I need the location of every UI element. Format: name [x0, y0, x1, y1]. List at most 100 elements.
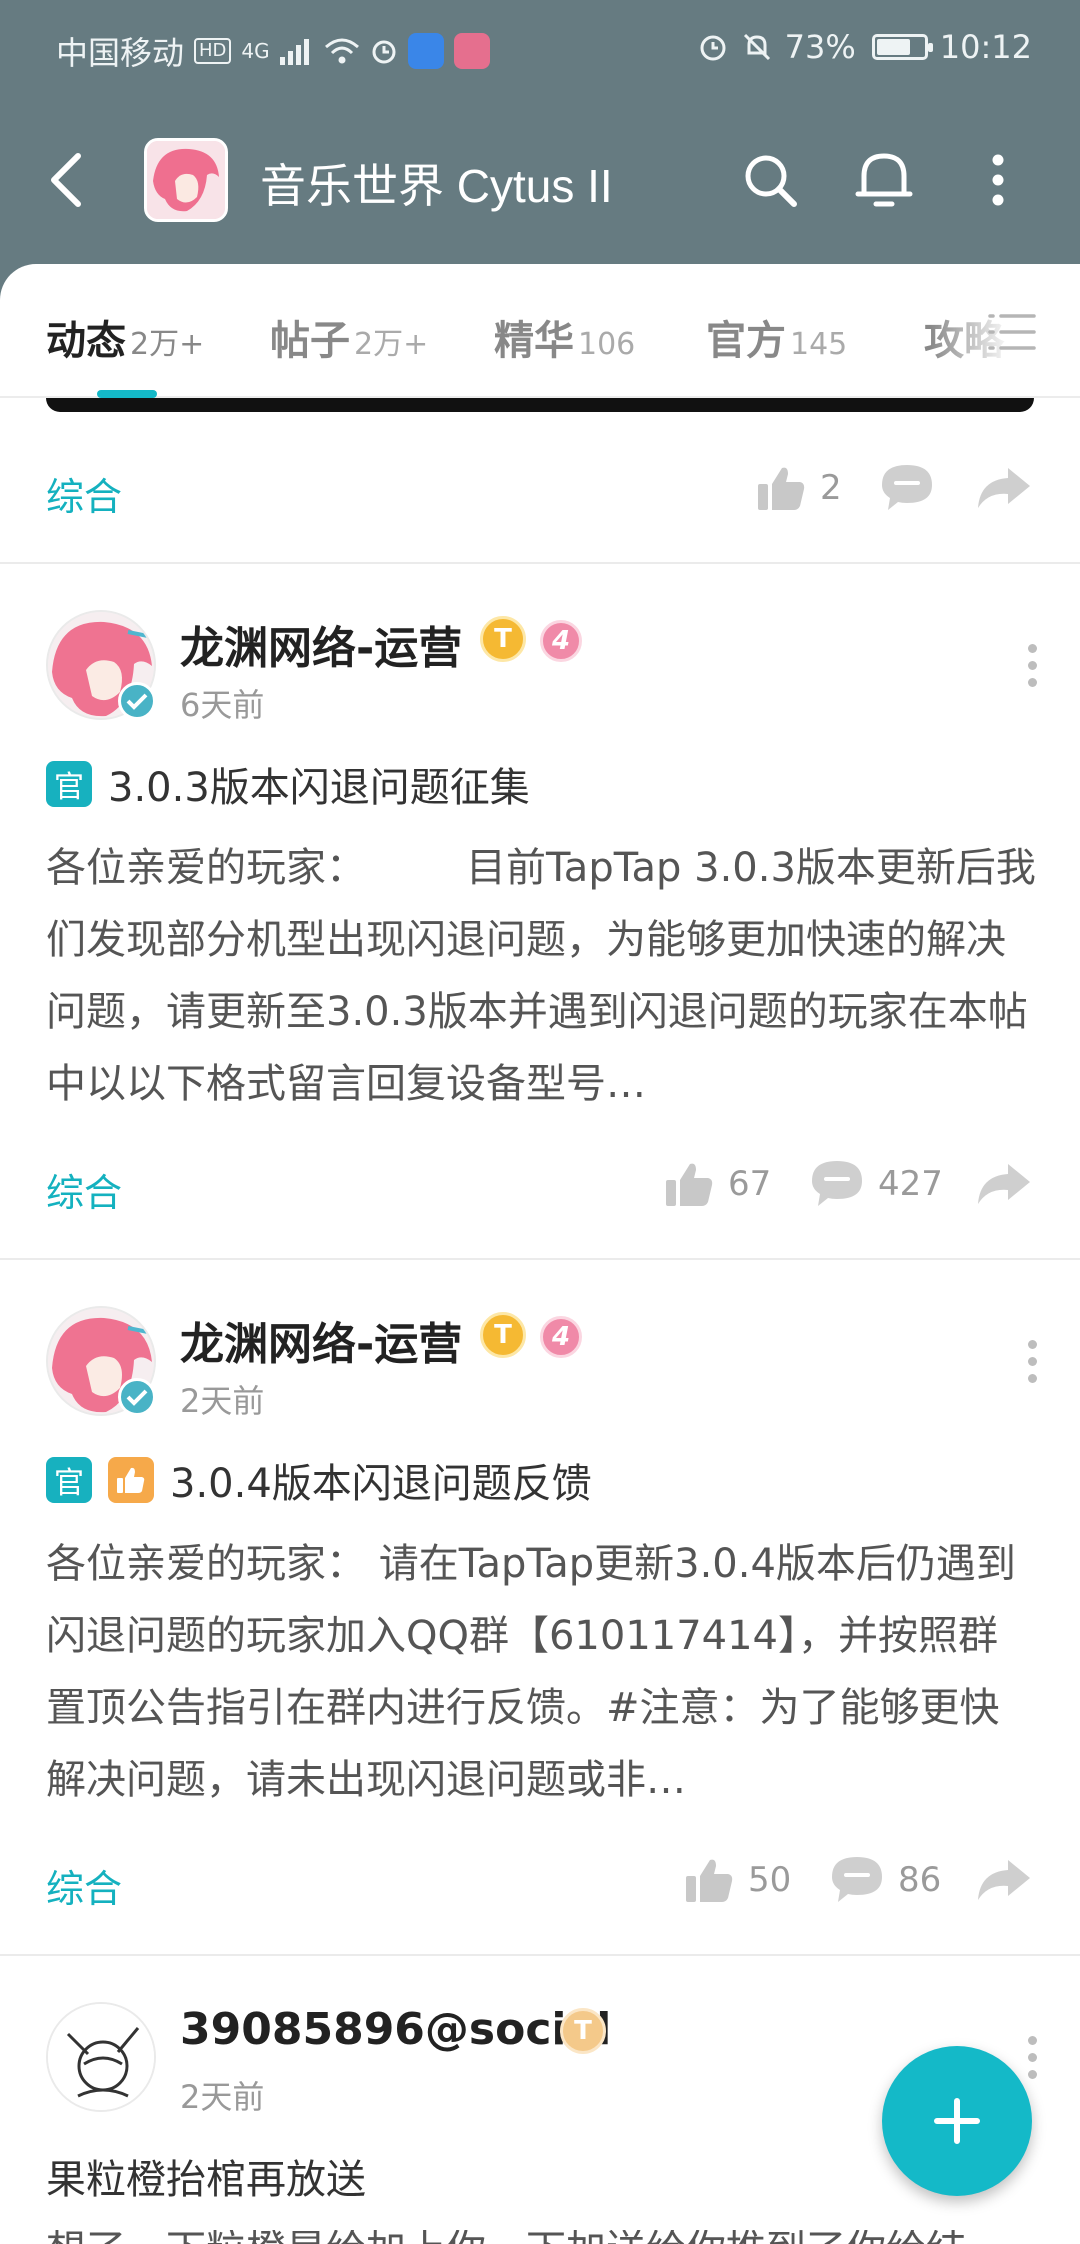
back-button[interactable] — [36, 140, 96, 220]
post-excerpt-text: 想了一下粒橙是给加上你一下加送给你推到了你给结 — [46, 2230, 1026, 2244]
more-menu-button[interactable] — [958, 140, 1038, 220]
tab-count: 145 — [790, 327, 848, 362]
mute-icon — [743, 33, 770, 61]
back-arrow-icon — [51, 153, 81, 207]
post-title[interactable]: 果粒橙抬棺再放送 — [46, 2146, 1036, 2206]
share-icon — [978, 468, 1030, 508]
carrier-label: 中国移动 — [56, 34, 185, 72]
notification-button[interactable] — [844, 140, 924, 220]
clock: 10:12 — [939, 28, 1032, 66]
hd-badge: HD — [194, 38, 232, 64]
tab-label: 帖子 — [270, 318, 350, 364]
app-notification-icon — [407, 33, 444, 69]
author-name[interactable]: 龙渊网络-运营 — [180, 1308, 462, 1372]
post-time: 2天前 — [180, 1382, 265, 1420]
app-header: 中国移动 HD 4G 73% 10:12 音乐世界 Cytus II — [0, 0, 1080, 300]
official-tag: 官 — [46, 1457, 92, 1503]
game-notification-icon — [453, 33, 490, 69]
post-title-text: 3.0.3版本闪退问题征集 — [108, 765, 530, 811]
game-title: 音乐世界 Cytus II — [260, 160, 613, 212]
like-count: 50 — [748, 1860, 792, 1900]
tab-list-button[interactable] — [988, 310, 1036, 354]
category-link[interactable]: 综合 — [46, 1162, 122, 1217]
user-level-badge: 4 — [540, 620, 582, 662]
tab-posts[interactable]: 帖子 2万+ — [270, 308, 428, 366]
search-button[interactable] — [730, 140, 810, 220]
share-button[interactable] — [976, 1158, 1032, 1210]
post-excerpt-partial[interactable]: 想了一下粒橙是给加上你一下加送给你推到了你给结 — [46, 2230, 1026, 2244]
comment-button[interactable] — [880, 462, 934, 514]
post-author: 龙渊网络-运营 T 4 2天前 — [0, 1306, 1080, 1426]
post-actions: 综合 50 86 — [0, 1840, 1080, 1920]
tab-dynamics[interactable]: 动态 2万+ — [46, 308, 204, 366]
comment-button[interactable]: 427 — [810, 1158, 943, 1210]
tab-official[interactable]: 官方 145 — [706, 308, 847, 366]
like-count: 2 — [820, 468, 842, 508]
thumbs-up-icon — [758, 467, 805, 510]
post-actions: 综合 67 427 — [0, 1144, 1080, 1224]
verified-badge-icon — [118, 682, 156, 720]
timer-icon — [372, 40, 396, 64]
taptap-level-badge-icon: T — [480, 1312, 526, 1358]
post-time: 2天前 — [180, 2078, 265, 2116]
category-link[interactable]: 综合 — [46, 1858, 122, 1913]
author-name[interactable]: 39085896@social — [180, 2004, 611, 2055]
avatar[interactable] — [46, 2002, 156, 2112]
feed-separator — [0, 1258, 1080, 1260]
post-actions: 综合 2 — [0, 448, 1080, 528]
game-character-icon — [147, 141, 225, 219]
post-title-text: 果粒橙抬棺再放送 — [46, 2157, 366, 2203]
comment-icon — [812, 1161, 862, 1206]
list-icon — [988, 314, 1036, 350]
post-author: 龙渊网络-运营 T 4 6天前 — [0, 610, 1080, 730]
post-time: 6天前 — [180, 686, 265, 724]
post-title[interactable]: 官 3.0.4版本闪退问题反馈 — [46, 1450, 1036, 1510]
active-tab-indicator — [97, 390, 157, 398]
bell-icon — [855, 153, 913, 207]
comment-icon — [832, 1857, 882, 1902]
post-media-preview[interactable] — [46, 398, 1034, 412]
taptap-level-badge-icon: T — [480, 616, 526, 662]
share-button[interactable] — [976, 1854, 1032, 1906]
battery-percent: 73% — [784, 28, 856, 66]
taptap-level-badge-icon: T — [560, 2008, 606, 2054]
create-post-button[interactable] — [882, 2046, 1032, 2196]
nav-bar: 音乐世界 Cytus II — [0, 120, 1080, 240]
like-button[interactable]: 50 — [684, 1854, 791, 1906]
like-button[interactable]: 67 — [664, 1158, 771, 1210]
battery-icon — [871, 34, 933, 60]
avatar-image — [48, 2004, 154, 2110]
tab-label: 官方 — [706, 318, 786, 364]
category-link[interactable]: 综合 — [46, 466, 122, 521]
feed-separator — [0, 1954, 1080, 1956]
post-more-button[interactable] — [1012, 1326, 1052, 1396]
share-icon — [978, 1860, 1030, 1900]
tab-featured[interactable]: 精华 106 — [494, 308, 635, 366]
more-vertical-icon — [992, 154, 1004, 206]
post-more-button[interactable] — [1012, 630, 1052, 700]
thumbs-up-icon — [666, 1163, 713, 1206]
comment-button[interactable]: 86 — [830, 1854, 941, 1906]
network-label: 4G — [241, 39, 270, 63]
thumbs-up-icon — [686, 1859, 733, 1902]
like-button[interactable]: 2 — [756, 462, 842, 514]
tab-bar: 动态2万+ 帖子2万+ 精华106 官方145 攻略 — [0, 264, 1080, 398]
share-icon — [978, 1164, 1030, 1204]
alarm-icon — [700, 35, 726, 61]
search-icon — [745, 155, 797, 207]
post-title-text: 3.0.4版本闪退问题反馈 — [170, 1461, 592, 1507]
share-button[interactable] — [976, 462, 1032, 514]
author-name[interactable]: 龙渊网络-运营 — [180, 612, 462, 676]
post-excerpt[interactable]: 各位亲爱的玩家： 目前TapTap 3.0.3版本更新后我们发现部分机型出现闪退… — [46, 832, 1036, 1120]
plus-icon — [934, 2098, 980, 2144]
tab-label: 动态 — [46, 318, 126, 364]
battery-level — [876, 39, 911, 55]
user-level-badge: 4 — [540, 1316, 582, 1358]
game-icon[interactable] — [144, 138, 228, 222]
tab-label: 精华 — [494, 318, 574, 364]
signal-icon — [279, 39, 309, 65]
post-excerpt[interactable]: 各位亲爱的玩家： 请在TapTap更新3.0.4版本后仍遇到闪退问题的玩家加入Q… — [46, 1528, 1036, 1816]
comment-count: 86 — [898, 1860, 942, 1900]
post-title[interactable]: 官 3.0.3版本闪退问题征集 — [46, 754, 1036, 814]
recommended-tag-icon — [108, 1457, 154, 1503]
